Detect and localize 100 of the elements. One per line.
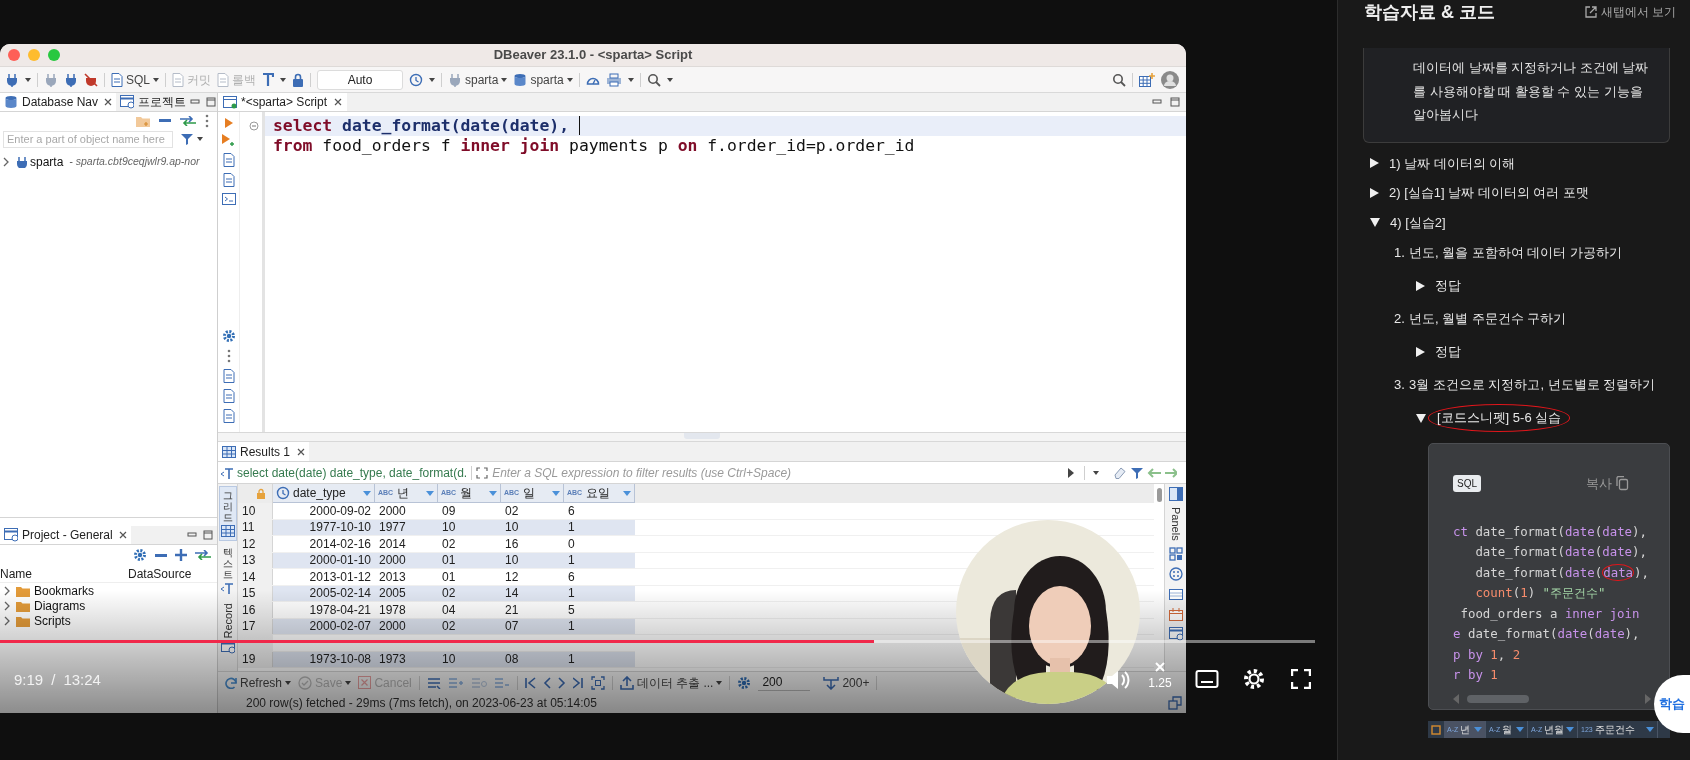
outline-toggle[interactable]: 정답 <box>1338 335 1690 369</box>
document-icon[interactable] <box>222 369 235 383</box>
eraser-icon[interactable] <box>1113 465 1127 480</box>
outline-toggle[interactable]: [코드스니펫] 5-6 실습 <box>1338 401 1690 435</box>
gear-icon[interactable] <box>133 548 147 562</box>
printer-icon[interactable] <box>605 72 622 87</box>
history-icon[interactable] <box>409 72 423 87</box>
gear-icon[interactable] <box>221 329 236 343</box>
outline-toggle[interactable]: 정답 <box>1338 269 1690 303</box>
grid-plus-icon[interactable] <box>1139 72 1155 87</box>
plug-icon[interactable] <box>64 72 78 87</box>
fetch-all-button[interactable]: 200+ <box>823 673 870 692</box>
side-tab[interactable]: 그리드 <box>218 486 237 541</box>
column-header[interactable]: Name <box>0 564 128 583</box>
maximize-icon[interactable] <box>1170 97 1180 107</box>
filter-field[interactable]: Enter a part of object name here <box>3 130 173 148</box>
splitter-handle[interactable] <box>684 433 720 439</box>
restore-icon[interactable] <box>1168 696 1182 710</box>
toolbar-button[interactable]: Refresh <box>224 673 292 692</box>
column-header[interactable]: date_type <box>273 484 375 503</box>
toolbar-button[interactable]: sparta <box>513 70 573 89</box>
close-icon[interactable] <box>118 531 127 539</box>
results-tab[interactable]: Results 1 <box>218 442 310 461</box>
minimize-icon[interactable] <box>190 97 201 107</box>
scrollbar-thumb[interactable] <box>1156 488 1162 502</box>
maximize-icon[interactable] <box>203 530 213 540</box>
text-format-icon[interactable] <box>262 72 274 87</box>
tree-item[interactable]: sparta <box>30 153 64 171</box>
chevron-right-icon[interactable] <box>4 615 10 626</box>
swap-arrows-icon[interactable] <box>180 115 196 126</box>
calendar-icon[interactable] <box>1168 606 1183 621</box>
chevron-right-icon[interactable] <box>4 600 10 611</box>
circle-dots-icon[interactable] <box>1168 566 1183 581</box>
duration-time: 13:24 <box>63 670 101 690</box>
first-page-icon[interactable] <box>524 676 536 689</box>
outline-toggle[interactable]: 4) [실습2] <box>1338 207 1690 237</box>
window-icon[interactable] <box>1168 626 1183 641</box>
search-icon[interactable] <box>1112 72 1126 87</box>
outline-toggle[interactable]: 1) 날짜 데이터의 이해 <box>1338 148 1690 178</box>
run-plus-icon[interactable] <box>222 134 235 147</box>
maximize-icon[interactable] <box>206 97 217 107</box>
export-button[interactable]: 데이터 추출 ... <box>619 673 723 692</box>
list-icon[interactable] <box>426 676 441 689</box>
settings-icon[interactable] <box>1242 667 1266 691</box>
previous-icon[interactable] <box>542 676 551 689</box>
text-icon <box>221 466 233 479</box>
panel-tab[interactable]: Database Nav <box>0 93 117 111</box>
fetch-size-field[interactable]: 200 <box>758 674 811 691</box>
fit-icon[interactable] <box>590 675 605 690</box>
swap-arrows-icon[interactable] <box>195 550 211 560</box>
plus-icon[interactable] <box>175 549 187 561</box>
window-icon <box>120 95 135 109</box>
minimize-icon[interactable] <box>1152 97 1162 107</box>
fullscreen-icon[interactable] <box>1291 669 1311 689</box>
avatar-icon[interactable] <box>1161 70 1179 89</box>
gear-icon[interactable] <box>737 675 752 690</box>
close-button[interactable] <box>8 49 20 61</box>
filter-icon[interactable] <box>181 133 193 145</box>
close-icon[interactable] <box>334 98 343 106</box>
editor-tab[interactable]: *<sparta> Script <box>218 93 348 111</box>
play-icon[interactable] <box>1068 467 1074 478</box>
minimize-icon[interactable] <box>187 530 197 540</box>
lock-icon[interactable] <box>292 72 304 87</box>
search-icon[interactable] <box>646 72 661 87</box>
last-page-icon[interactable] <box>572 676 584 689</box>
side-tab[interactable]: Panels <box>1168 507 1183 541</box>
plug-icon[interactable] <box>5 72 19 87</box>
external-link-icon[interactable] <box>1584 6 1597 18</box>
filter-icon[interactable] <box>1131 466 1143 479</box>
expand-icon[interactable] <box>476 466 489 479</box>
column-header[interactable]: DataSource <box>128 564 192 583</box>
outline-toggle[interactable]: 2) [실습1] 날짜 데이터의 여러 포맷 <box>1338 178 1690 208</box>
dots-icon[interactable] <box>205 113 209 128</box>
panel-layout-icon[interactable] <box>1168 487 1183 501</box>
close-icon[interactable] <box>104 98 113 106</box>
copy-button[interactable]: 복사 <box>1586 474 1629 494</box>
plug-crossed-icon[interactable] <box>84 72 98 87</box>
scrollbar-thumb[interactable] <box>1467 694 1529 703</box>
transaction-mode-field[interactable]: Auto <box>317 69 403 90</box>
document-icon[interactable] <box>222 173 235 187</box>
subtitles-icon[interactable] <box>1195 669 1219 689</box>
toolbar-button[interactable]: sparta <box>448 70 508 89</box>
next-icon[interactable] <box>557 676 566 689</box>
terminal-icon[interactable] <box>221 193 236 205</box>
document-icon[interactable] <box>222 409 235 423</box>
window-icon <box>4 528 18 542</box>
table-icon[interactable] <box>1168 586 1183 601</box>
volume-icon[interactable] <box>1106 669 1132 691</box>
caret-icon[interactable] <box>1093 470 1099 475</box>
open-new-tab-link[interactable]: 새탭에서 보기 <box>1600 3 1676 21</box>
close-icon[interactable] <box>297 447 306 456</box>
script-icon[interactable] <box>222 153 235 167</box>
document-icon[interactable] <box>222 389 235 403</box>
minus-icon[interactable] <box>155 553 167 557</box>
run-icon[interactable] <box>224 118 233 128</box>
panel-tab[interactable]: Project - General <box>0 526 131 544</box>
chevron-right-icon[interactable] <box>4 585 10 596</box>
grid-icon[interactable] <box>1168 546 1183 561</box>
toolbar-button[interactable]: SQL <box>111 70 159 89</box>
chevron-right-icon[interactable] <box>3 157 9 167</box>
